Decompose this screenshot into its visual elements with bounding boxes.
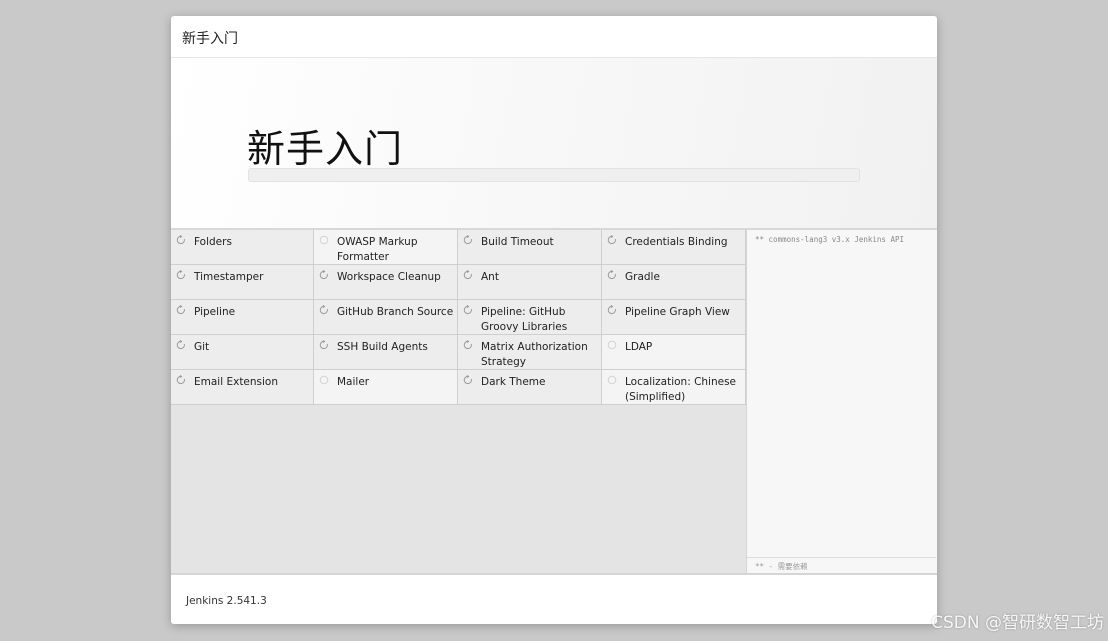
refresh-icon bbox=[176, 235, 185, 245]
refresh-icon bbox=[319, 340, 328, 350]
refresh-icon bbox=[463, 270, 472, 280]
plugin-item: Pipeline bbox=[171, 300, 314, 335]
plugin-name: Dark Theme bbox=[481, 376, 546, 388]
plugin-item: GitHub Branch Source bbox=[314, 300, 458, 335]
plugin-name: Matrix Authorization Strategy bbox=[481, 341, 588, 368]
plugin-name: Build Timeout bbox=[481, 236, 554, 248]
refresh-icon bbox=[176, 340, 185, 350]
install-log-panel[interactable]: ** commons-lang3 v3.x Jenkins API ** - 需… bbox=[746, 230, 937, 575]
refresh-icon bbox=[607, 270, 616, 280]
plugin-item: Build Timeout bbox=[458, 230, 602, 265]
hero-banner: 新手入门 bbox=[171, 58, 937, 230]
dialog-title: 新手入门 bbox=[182, 31, 238, 47]
circle-icon bbox=[607, 375, 617, 385]
install-progress-bar bbox=[248, 168, 860, 182]
install-log-line: ** commons-lang3 v3.x Jenkins API bbox=[755, 235, 905, 244]
plugin-name: SSH Build Agents bbox=[337, 341, 428, 353]
plugin-name: Folders bbox=[194, 236, 232, 248]
refresh-icon bbox=[176, 270, 185, 280]
plugin-name: Gradle bbox=[625, 271, 660, 283]
plugin-name: Localization: Chinese (Simplified) bbox=[625, 376, 737, 403]
dialog-header: 新手入门 bbox=[171, 16, 937, 58]
plugin-name: Git bbox=[194, 341, 210, 353]
refresh-icon bbox=[176, 375, 185, 385]
plugin-item: Credentials Binding bbox=[602, 230, 746, 265]
plugin-name: GitHub Branch Source bbox=[337, 306, 454, 318]
plugin-item: Git bbox=[171, 335, 314, 370]
refresh-icon bbox=[176, 305, 185, 315]
plugin-item: Workspace Cleanup bbox=[314, 265, 458, 300]
log-legend-text: ** - 需要依赖 bbox=[755, 562, 808, 571]
refresh-icon bbox=[463, 305, 472, 315]
refresh-icon bbox=[607, 235, 616, 245]
plugin-item: Timestamper bbox=[171, 265, 314, 300]
plugin-name: Pipeline Graph View bbox=[625, 306, 730, 318]
refresh-icon bbox=[463, 375, 472, 385]
dialog-footer: Jenkins 2.541.3 bbox=[171, 575, 937, 624]
plugin-item: Gradle bbox=[602, 265, 746, 300]
circle-icon bbox=[319, 375, 329, 385]
jenkins-version: Jenkins 2.541.3 bbox=[186, 595, 267, 607]
plugin-item: Dark Theme bbox=[458, 370, 602, 405]
refresh-icon bbox=[463, 235, 472, 245]
plugin-name: Ant bbox=[481, 271, 499, 283]
circle-icon bbox=[607, 340, 617, 350]
refresh-icon bbox=[319, 270, 328, 280]
setup-wizard-dialog: 新手入门 新手入门 Folders OWASP Markup Formatter B… bbox=[171, 16, 937, 624]
plugin-name: Credentials Binding bbox=[625, 236, 728, 248]
plugin-item: Localization: Chinese (Simplified) bbox=[602, 370, 746, 405]
plugin-item: Pipeline Graph View bbox=[602, 300, 746, 335]
plugin-item: Mailer bbox=[314, 370, 458, 405]
plugin-item: LDAP bbox=[602, 335, 746, 370]
plugin-item: Matrix Authorization Strategy bbox=[458, 335, 602, 370]
plugin-item: Ant bbox=[458, 265, 602, 300]
hero-title: 新手入门 bbox=[247, 127, 404, 171]
plugin-name: Mailer bbox=[337, 376, 370, 388]
plugin-item: OWASP Markup Formatter bbox=[314, 230, 458, 265]
circle-icon bbox=[319, 235, 329, 245]
plugin-item: Email Extension bbox=[171, 370, 314, 405]
plugin-item: SSH Build Agents bbox=[314, 335, 458, 370]
refresh-icon bbox=[319, 305, 328, 315]
plugin-name: Pipeline: GitHub Groovy Libraries bbox=[481, 306, 568, 333]
plugin-item: Pipeline: GitHub Groovy Libraries bbox=[458, 300, 602, 335]
refresh-icon bbox=[463, 340, 472, 350]
plugin-grid: Folders OWASP Markup Formatter Build Timeo… bbox=[171, 230, 746, 405]
plugin-name: Pipeline bbox=[194, 306, 236, 318]
plugin-name: Timestamper bbox=[194, 271, 264, 283]
plugin-name: OWASP Markup Formatter bbox=[337, 236, 418, 263]
plugin-list-area: Folders OWASP Markup Formatter Build Timeo… bbox=[171, 230, 746, 575]
plugin-name: LDAP bbox=[625, 341, 653, 353]
log-legend: ** - 需要依赖 bbox=[747, 557, 936, 573]
refresh-icon bbox=[607, 305, 616, 315]
plugin-item: Folders bbox=[171, 230, 314, 265]
watermark: CSDN @智研数智工坊 bbox=[931, 613, 1104, 633]
plugin-name: Workspace Cleanup bbox=[337, 271, 441, 283]
plugin-name: Email Extension bbox=[194, 376, 279, 388]
